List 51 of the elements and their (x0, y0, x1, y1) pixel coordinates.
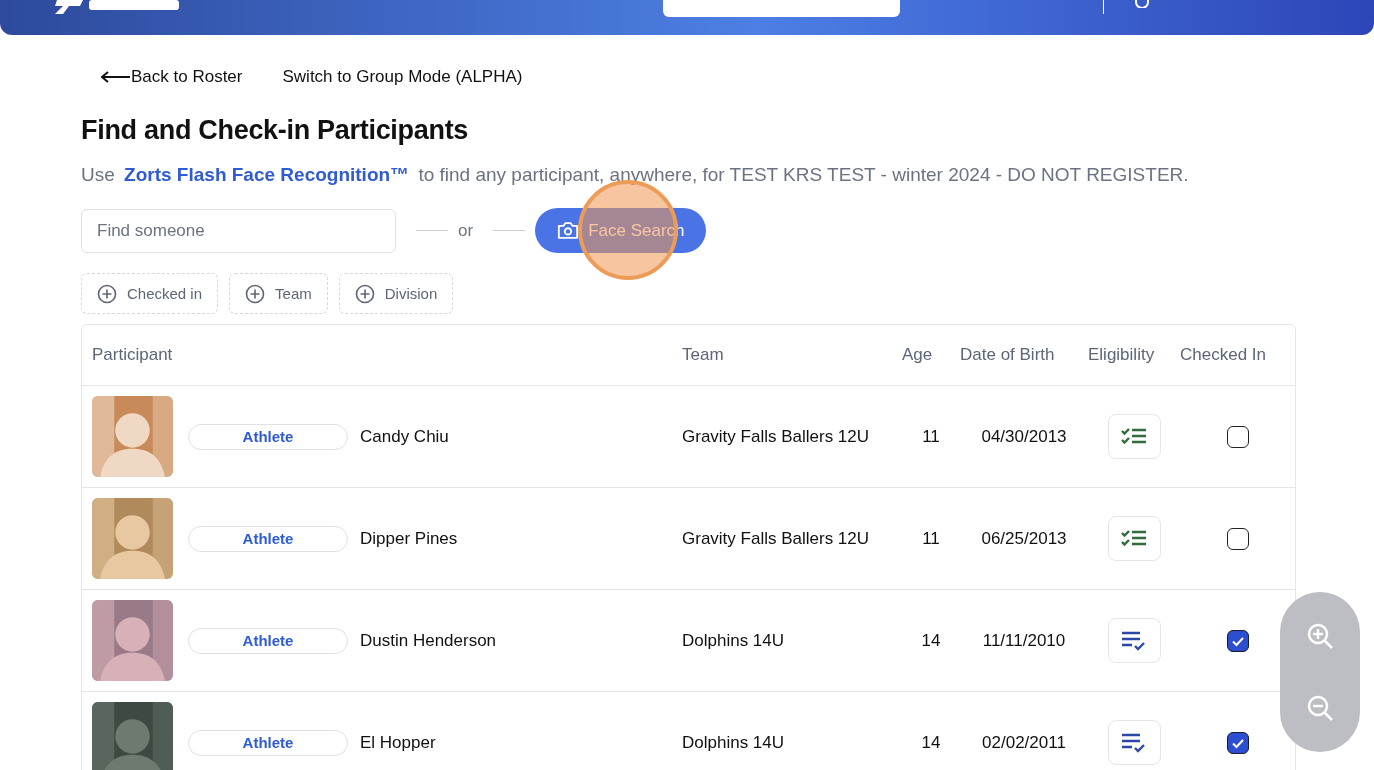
age-cell-text: 14 (920, 732, 942, 753)
date-of-birth-cell-text: 02/02/2011 (981, 732, 1067, 753)
list-check-icon (1121, 732, 1147, 753)
date-of-birth-cell-text: 11/11/2010 (981, 630, 1067, 651)
team-cell-text: Gravity Falls Ballers 12U (682, 426, 871, 447)
page-title: Find and Check-in Participants (81, 115, 470, 146)
column-header: Date of Birth (960, 345, 1056, 365)
plus-circle-icon (245, 283, 266, 304)
eligibility-button[interactable] (1107, 618, 1161, 663)
check-in-checkbox[interactable] (1226, 629, 1249, 652)
intro-text: Use Zorts Flash Face Recognition™ to find any participant, anywhere, for TEST KRS TEST - winter 2024 - DO NOT REGISTER. (81, 164, 1190, 186)
or-label: or (458, 220, 474, 241)
eligibility-button[interactable] (1107, 720, 1161, 765)
eligibility-button[interactable] (1107, 516, 1161, 561)
checklist-icon (1121, 528, 1147, 549)
column-header: Eligibility (1088, 345, 1156, 365)
arrow-left-icon (101, 71, 131, 83)
plus-circle-icon (97, 283, 117, 304)
eligibility-button[interactable] (1107, 414, 1161, 459)
team-cell-text: Dolphins 14U (682, 732, 786, 753)
team-cell-text: Dolphins 14U (682, 630, 786, 651)
filter-chip[interactable]: Division (338, 273, 454, 314)
check-in-checkbox[interactable] (1226, 527, 1249, 550)
filter-chip[interactable]: Team (229, 273, 328, 314)
event-search-field[interactable] (663, 0, 900, 17)
participant-name: Dipper Pines (360, 528, 458, 549)
list-check-icon (1121, 630, 1147, 651)
check-in-checkbox[interactable] (1226, 425, 1249, 448)
date-of-birth-cell-text: 06/25/2013 (980, 528, 1068, 549)
group-mode-link[interactable]: Switch to Group Mode (ALPHA) (282, 67, 523, 87)
bell-icon[interactable] (1132, 0, 1152, 8)
plus-circle-icon (354, 283, 375, 304)
back-link[interactable]: Back to Roster (101, 67, 243, 87)
column-header: Checked In (1180, 345, 1267, 365)
age-cell-text: 11 (921, 426, 941, 447)
participant-name: Dustin Henderson (360, 630, 497, 651)
camera-icon (557, 221, 580, 240)
date-of-birth-cell-text: 04/30/2013 (980, 426, 1068, 447)
team-cell-text: Gravity Falls Ballers 12U (682, 528, 871, 549)
checklist-icon (1121, 426, 1147, 447)
check-in-checkbox[interactable] (1226, 731, 1249, 754)
column-header: Age (902, 345, 934, 365)
column-header: Team (682, 345, 725, 365)
filter-chip[interactable]: Checked in (81, 273, 219, 314)
search-field[interactable]: Find someone (81, 208, 396, 253)
participant-name: Candy Chiu (360, 426, 449, 447)
column-header: Participant (91, 345, 174, 365)
face-recognition-link[interactable]: Zorts Flash Face Recognition™ (124, 164, 410, 185)
age-cell-text: 11 (921, 528, 941, 549)
age-cell-text: 14 (920, 630, 942, 651)
participant-name: El Hopper (360, 732, 436, 753)
